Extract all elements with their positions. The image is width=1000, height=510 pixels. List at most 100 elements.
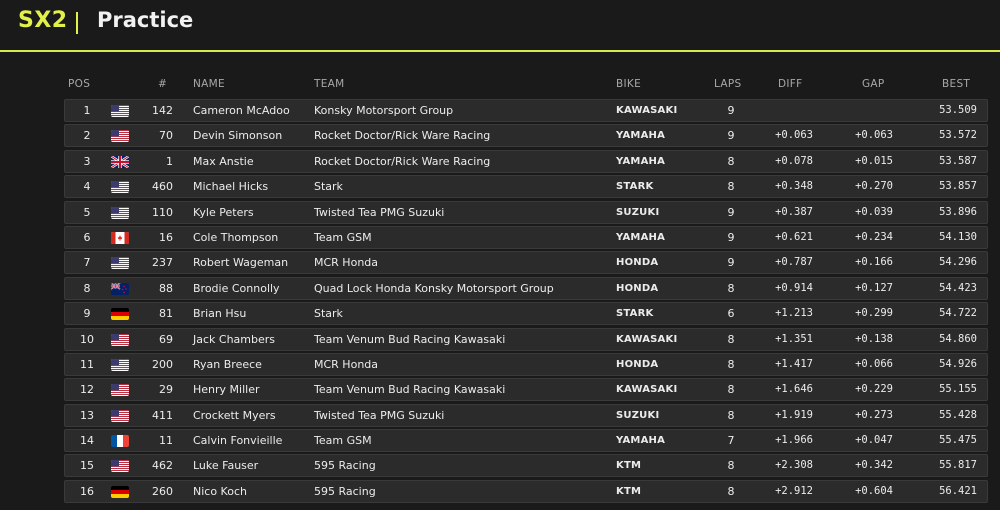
table-row[interactable]: 15 462 Luke Fauser 595 Racing KTM 8 +2.308 +0.3…: [64, 454, 988, 478]
gap-cell: +0.270: [855, 180, 893, 193]
laps-cell: 8: [727, 180, 735, 194]
us-flag-icon: [111, 460, 129, 473]
results-table: 1 142 Cameron McAdoo Konsky Motorsport Grou…: [64, 99, 988, 505]
col-header-number[interactable]: #: [158, 78, 167, 92]
us-flag-icon: [111, 333, 129, 346]
table-row[interactable]: 11 200 Ryan Breece MCR Honda HONDA 8 +1.417 +0.…: [64, 352, 988, 376]
bike-cell: SUZUKI: [616, 206, 660, 218]
gap-cell: +0.273: [855, 408, 893, 421]
us-flag-icon: [111, 181, 129, 194]
team-cell: MCR Honda: [314, 256, 379, 270]
best-lap-cell: 56.421: [939, 484, 977, 497]
table-row[interactable]: 8 88 Brodie Connolly Quad Lock Honda Konsky…: [64, 276, 988, 300]
position-cell: 16: [80, 484, 94, 498]
rider-name-cell: Ryan Breece: [193, 357, 262, 371]
team-cell: MCR Honda: [314, 357, 379, 371]
rider-name-cell: Devin Simonson: [193, 129, 283, 143]
table-row[interactable]: 1 142 Cameron McAdoo Konsky Motorsport Grou…: [64, 99, 988, 122]
bike-cell: YAMAHA: [616, 130, 666, 142]
rider-number-cell: 29: [159, 383, 173, 397]
gap-cell: +0.066: [855, 357, 893, 370]
diff-cell: +2.308: [775, 459, 813, 472]
laps-cell: 6: [727, 307, 735, 321]
laps-cell: 9: [727, 129, 735, 143]
de-flag-icon: [111, 308, 129, 321]
col-header-best[interactable]: BEST: [942, 78, 970, 92]
table-row[interactable]: 16 260 Nico Koch 595 Racing KTM 8 +2.912 +0.604…: [64, 479, 988, 503]
best-lap-cell: 54.423: [939, 281, 977, 294]
team-cell: Team Venum Bud Racing Kawasaki: [314, 332, 506, 346]
team-cell: Team Venum Bud Racing Kawasaki: [314, 383, 506, 397]
laps-cell: 8: [727, 154, 735, 168]
team-cell: Twisted Tea PMG Suzuki: [314, 408, 445, 422]
table-row[interactable]: 12 29 Henry Miller Team Venum Bud Racing Ka…: [64, 378, 988, 402]
best-lap-cell: 53.587: [939, 154, 977, 167]
series-label: SX2: [18, 8, 68, 33]
col-header-name[interactable]: NAME: [193, 78, 225, 92]
gap-cell: +0.166: [855, 256, 893, 269]
rider-number-cell: 88: [159, 281, 173, 295]
us-flag-icon: [111, 409, 129, 422]
diff-cell: +0.387: [775, 205, 813, 218]
team-cell: Konsky Motorsport Group: [314, 104, 454, 117]
diff-cell: +0.078: [775, 154, 813, 167]
table-row[interactable]: 5 110 Kyle Peters Twisted Tea PMG Suzuki SUZ…: [64, 200, 988, 224]
gap-cell: +0.234: [855, 230, 893, 243]
laps-cell: 9: [727, 205, 735, 219]
rider-number-cell: 16: [159, 230, 173, 244]
table-row[interactable]: 4 460 Michael Hicks Stark STARK 8 +0.348 +0.270…: [64, 175, 988, 199]
us-flag-icon: [111, 206, 129, 219]
rider-name-cell: Brian Hsu: [193, 307, 247, 321]
col-header-pos[interactable]: POS: [68, 78, 90, 92]
position-cell: 3: [83, 154, 91, 168]
bike-cell: KAWASAKI: [616, 333, 678, 345]
table-row[interactable]: 14 11 Calvin Fonvieille Team GSM YAMAHA 7 +1.9…: [64, 429, 988, 453]
col-header-bike[interactable]: BIKE: [616, 78, 641, 92]
rider-number-cell: 462: [152, 459, 173, 473]
rider-number-cell: 260: [152, 484, 173, 498]
col-header-gap[interactable]: GAP: [862, 78, 885, 92]
table-row[interactable]: 13 411 Crockett Myers Twisted Tea PMG Suzuk…: [64, 403, 988, 427]
diff-cell: +0.914: [775, 281, 813, 294]
diff-cell: +0.063: [775, 129, 813, 142]
table-row[interactable]: 3 1 Max Anstie Rocket Doctor/Rick Ware Raci…: [64, 149, 988, 173]
best-lap-cell: 55.428: [939, 408, 977, 421]
gap-cell: +0.127: [855, 281, 893, 294]
nz-flag-icon: [111, 282, 129, 295]
bike-cell: YAMAHA: [616, 435, 666, 447]
team-cell: Stark: [314, 307, 343, 321]
table-row[interactable]: 6 16 Cole Thompson Team GSM YAMAHA 9 +0.621 +0.…: [64, 225, 988, 249]
rider-name-cell: Nico Koch: [193, 484, 247, 498]
position-cell: 13: [80, 408, 94, 422]
table-row[interactable]: 2 70 Devin Simonson Rocket Doctor/Rick Ware…: [64, 124, 988, 148]
rider-name-cell: Max Anstie: [193, 154, 254, 168]
col-header-diff[interactable]: DIFF: [778, 78, 802, 92]
diff-cell: +0.787: [775, 256, 813, 269]
col-header-team[interactable]: TEAM: [314, 78, 345, 92]
us-flag-icon: [111, 384, 129, 397]
col-header-laps[interactable]: LAPS: [714, 78, 741, 92]
us-flag-icon: [111, 130, 129, 143]
table-row[interactable]: 9 81 Brian Hsu Stark STARK 6 +1.213 +0.299 54.72…: [64, 302, 988, 326]
position-cell: 11: [80, 357, 94, 371]
best-lap-cell: 53.509: [939, 104, 977, 116]
us-flag-icon: [111, 358, 129, 371]
bike-cell: STARK: [616, 181, 654, 193]
best-lap-cell: 55.155: [939, 383, 977, 396]
table-row[interactable]: 10 69 Jack Chambers Team Venum Bud Racing K…: [64, 327, 988, 351]
position-cell: 6: [83, 230, 91, 244]
team-cell: Rocket Doctor/Rick Ware Racing: [314, 129, 491, 143]
bike-cell: KTM: [616, 485, 642, 497]
bike-cell: HONDA: [616, 358, 659, 370]
diff-cell: +1.919: [775, 408, 813, 421]
rider-number-cell: 11: [159, 434, 173, 448]
diff-cell: +1.966: [775, 434, 813, 447]
laps-cell: 8: [727, 459, 735, 473]
team-cell: Team GSM: [314, 434, 372, 448]
laps-cell: 8: [727, 332, 735, 346]
table-row[interactable]: 7 237 Robert Wageman MCR Honda HONDA 9 +0.787 +…: [64, 251, 988, 275]
rider-number-cell: 237: [152, 256, 173, 270]
diff-cell: +1.213: [775, 307, 813, 320]
fr-flag-icon: [111, 435, 129, 448]
position-cell: 7: [83, 256, 91, 270]
